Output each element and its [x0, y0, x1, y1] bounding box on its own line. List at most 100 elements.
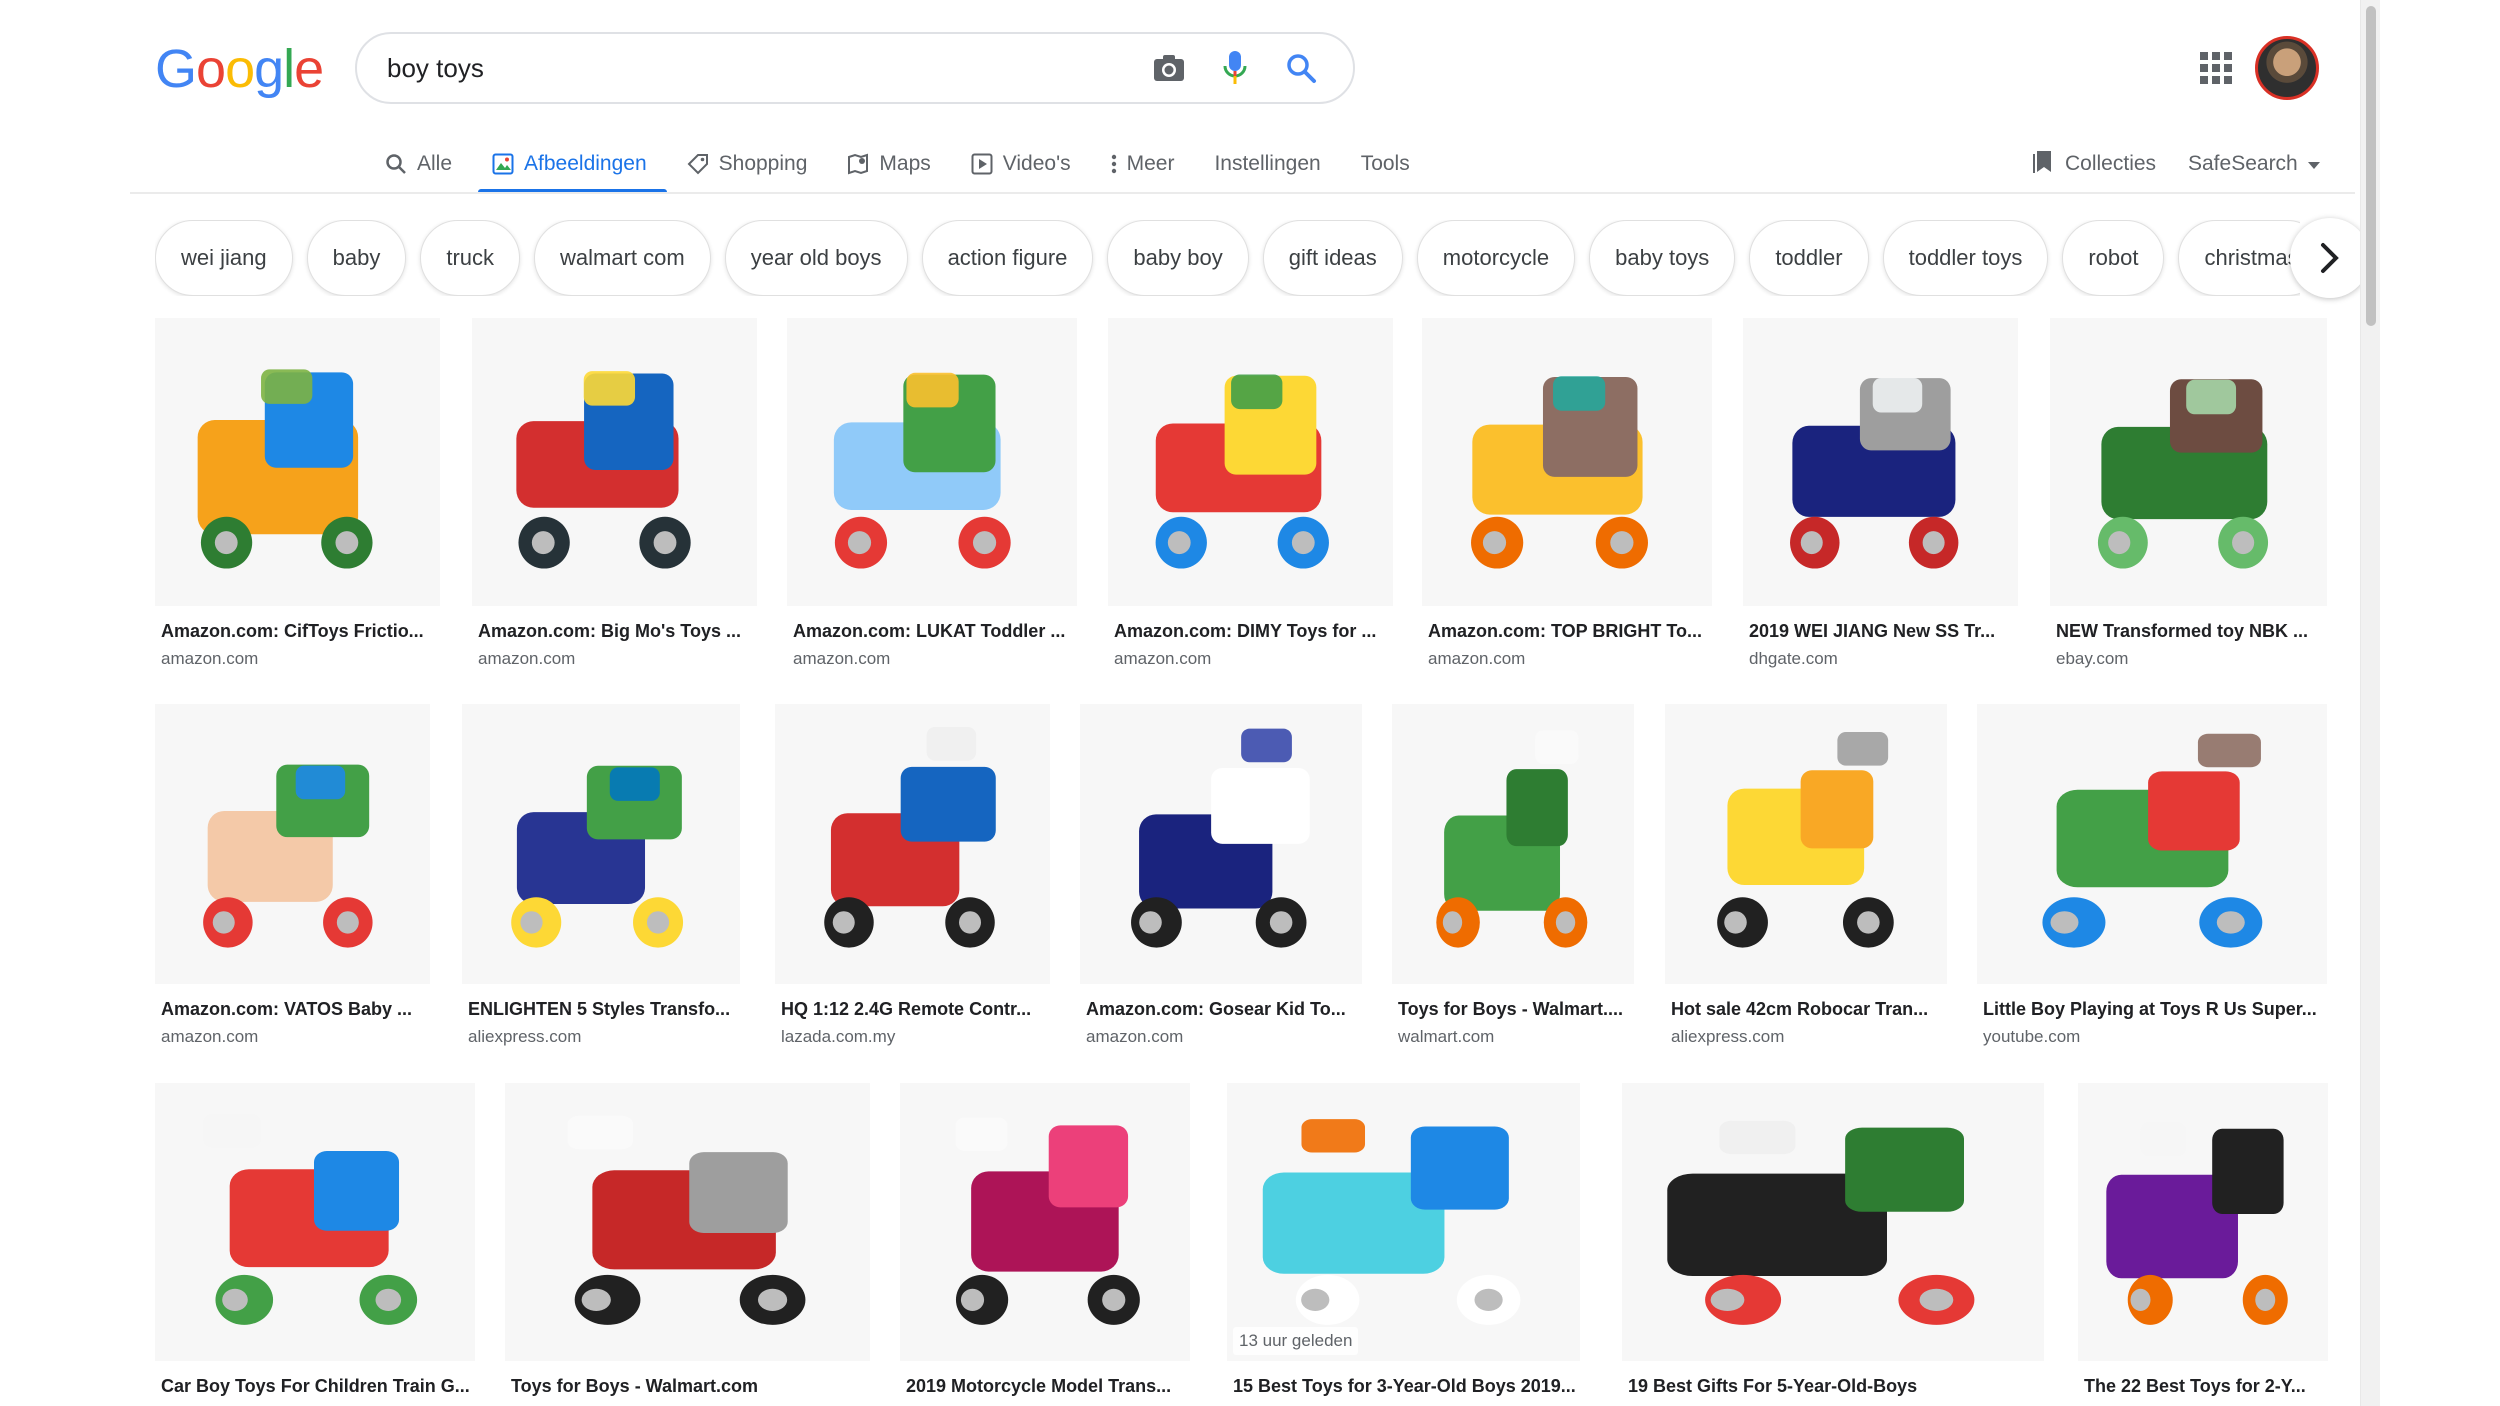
related-search-chip[interactable]: action figure: [921, 220, 1094, 296]
result-title[interactable]: ENLIGHTEN 5 Styles Transfo...: [468, 999, 740, 1020]
image-result-card[interactable]: HQ 1:12 2.4G Remote Contr... lazada.com.m…: [775, 704, 1050, 1054]
result-title[interactable]: Car Boy Toys For Children Train G...: [161, 1376, 475, 1397]
related-search-chip[interactable]: year old boys: [724, 220, 908, 296]
related-search-chip[interactable]: motorcycle: [1416, 220, 1576, 296]
result-title[interactable]: 15 Best Toys for 3-Year-Old Boys 2019...: [1233, 1376, 1580, 1397]
tab-tools[interactable]: Tools: [1361, 136, 1410, 192]
related-search-chip[interactable]: baby: [306, 220, 407, 296]
result-title[interactable]: Amazon.com: VATOS Baby ...: [161, 999, 430, 1020]
tab-shopping[interactable]: Shopping: [687, 136, 807, 192]
result-domain: ebay.com: [2056, 649, 2129, 668]
tab-video-s[interactable]: Video's: [971, 136, 1071, 192]
result-thumbnail[interactable]: [1622, 1083, 2044, 1361]
image-result-card[interactable]: Amazon.com: TOP BRIGHT To... amazon.com: [1422, 318, 1712, 676]
result-thumbnail[interactable]: [1422, 318, 1712, 606]
search-input[interactable]: [387, 52, 1125, 84]
safesearch-dropdown[interactable]: SafeSearch: [2188, 136, 2320, 192]
apps-grid-icon[interactable]: [2200, 52, 2232, 84]
result-thumbnail[interactable]: [900, 1083, 1190, 1361]
result-title[interactable]: NEW Transformed toy NBK ...: [2056, 621, 2327, 642]
result-title[interactable]: Toys for Boys - Walmart.com: [511, 1376, 870, 1397]
result-thumbnail[interactable]: 13 uur geleden: [1227, 1083, 1580, 1361]
image-result-card[interactable]: Amazon.com: DIMY Toys for ... amazon.com: [1108, 318, 1393, 676]
related-search-chip[interactable]: christmas: [2178, 220, 2300, 296]
image-result-card[interactable]: Amazon.com: Big Mo's Toys ... amazon.com: [472, 318, 757, 676]
image-result-card[interactable]: Car Boy Toys For Children Train G...: [155, 1083, 475, 1406]
result-title[interactable]: Amazon.com: CifToys Frictio...: [161, 621, 440, 642]
result-thumbnail[interactable]: [2050, 318, 2327, 606]
result-title[interactable]: Amazon.com: Big Mo's Toys ...: [478, 621, 757, 642]
collections-link[interactable]: Collecties: [2033, 136, 2156, 192]
result-title[interactable]: Amazon.com: Gosear Kid To...: [1086, 999, 1362, 1020]
result-title[interactable]: Amazon.com: TOP BRIGHT To...: [1428, 621, 1712, 642]
result-title[interactable]: Amazon.com: DIMY Toys for ...: [1114, 621, 1393, 642]
related-search-chip[interactable]: baby toys: [1589, 220, 1736, 296]
scrollbar[interactable]: [2360, 0, 2380, 1406]
result-title[interactable]: Little Boy Playing at Toys R Us Super...: [1983, 999, 2327, 1020]
image-result-card[interactable]: The 22 Best Toys for 2-Y...: [2078, 1083, 2328, 1406]
related-search-chip[interactable]: wei jiang: [155, 220, 293, 296]
image-result-card[interactable]: Amazon.com: CifToys Frictio... amazon.com: [155, 318, 440, 676]
camera-icon[interactable]: [1147, 46, 1191, 90]
result-thumbnail[interactable]: [472, 318, 757, 606]
result-thumbnail[interactable]: [155, 318, 440, 606]
image-result-card[interactable]: Amazon.com: LUKAT Toddler ... amazon.com: [787, 318, 1077, 676]
image-result-card[interactable]: 19 Best Gifts For 5-Year-Old-Boys: [1622, 1083, 2044, 1406]
result-title[interactable]: Amazon.com: LUKAT Toddler ...: [793, 621, 1077, 642]
result-thumbnail[interactable]: [1392, 704, 1634, 984]
image-result-card[interactable]: Amazon.com: VATOS Baby ... amazon.com: [155, 704, 430, 1054]
result-thumbnail[interactable]: [462, 704, 740, 984]
image-result-card[interactable]: Amazon.com: Gosear Kid To... amazon.com: [1080, 704, 1362, 1054]
image-result-card[interactable]: 13 uur geleden 15 Best Toys for 3-Year-Ol…: [1227, 1083, 1580, 1406]
image-result-card[interactable]: ENLIGHTEN 5 Styles Transfo... aliexpress.…: [462, 704, 740, 1054]
related-search-chip[interactable]: baby boy: [1107, 220, 1249, 296]
result-thumbnail[interactable]: [1743, 318, 2018, 606]
logo-letter: e: [294, 39, 324, 99]
related-search-chip[interactable]: walmart com: [534, 220, 711, 296]
search-icon: [385, 153, 407, 175]
result-thumbnail[interactable]: [1080, 704, 1362, 984]
result-thumbnail[interactable]: [775, 704, 1050, 984]
chips-next-button[interactable]: [2290, 218, 2370, 298]
related-search-chip[interactable]: robot: [2062, 220, 2165, 296]
image-result-card[interactable]: Toys for Boys - Walmart.... walmart.com: [1392, 704, 1634, 1054]
related-search-chip[interactable]: truck: [420, 220, 521, 296]
result-thumbnail[interactable]: [155, 1083, 475, 1361]
related-search-chip[interactable]: toddler: [1749, 220, 1869, 296]
result-title[interactable]: The 22 Best Toys for 2-Y...: [2084, 1376, 2328, 1397]
result-thumbnail[interactable]: [505, 1083, 870, 1361]
image-result-card[interactable]: Hot sale 42cm Robocar Tran... aliexpress.…: [1665, 704, 1947, 1054]
google-logo[interactable]: Google: [155, 38, 324, 100]
result-domain: dhgate.com: [1749, 649, 1838, 668]
result-thumbnail[interactable]: [787, 318, 1077, 606]
image-result-card[interactable]: NEW Transformed toy NBK ... ebay.com: [2050, 318, 2327, 676]
related-search-chip[interactable]: gift ideas: [1262, 220, 1403, 296]
result-title[interactable]: 19 Best Gifts For 5-Year-Old-Boys: [1628, 1376, 2044, 1397]
result-title[interactable]: HQ 1:12 2.4G Remote Contr...: [781, 999, 1050, 1020]
result-thumbnail[interactable]: [1108, 318, 1393, 606]
result-title[interactable]: Toys for Boys - Walmart....: [1398, 999, 1634, 1020]
image-result-card[interactable]: 2019 Motorcycle Model Trans...: [900, 1083, 1190, 1406]
tab-maps[interactable]: Maps: [847, 136, 931, 192]
avatar[interactable]: [2255, 36, 2319, 100]
result-thumbnail[interactable]: [2078, 1083, 2328, 1361]
result-thumbnail[interactable]: [155, 704, 430, 984]
tab-instellingen[interactable]: Instellingen: [1214, 136, 1320, 192]
result-title[interactable]: 2019 Motorcycle Model Trans...: [906, 1376, 1190, 1397]
more-vert-icon: [1111, 153, 1117, 175]
result-thumbnail[interactable]: [1665, 704, 1947, 984]
result-title[interactable]: Hot sale 42cm Robocar Tran...: [1671, 999, 1947, 1020]
image-result-card[interactable]: Toys for Boys - Walmart.com: [505, 1083, 870, 1406]
tab-meer[interactable]: Meer: [1111, 136, 1174, 192]
tab-alle[interactable]: Alle: [385, 136, 452, 192]
chevron-right-icon: [2321, 243, 2339, 273]
result-title[interactable]: 2019 WEI JIANG New SS Tr...: [1749, 621, 2018, 642]
image-result-card[interactable]: 2019 WEI JIANG New SS Tr... dhgate.com: [1743, 318, 2018, 676]
result-thumbnail[interactable]: [1977, 704, 2327, 984]
image-result-card[interactable]: Little Boy Playing at Toys R Us Super...…: [1977, 704, 2327, 1054]
microphone-icon[interactable]: [1213, 46, 1257, 90]
tab-afbeeldingen[interactable]: Afbeeldingen: [478, 136, 667, 194]
search-icon[interactable]: [1279, 46, 1323, 90]
related-search-chip[interactable]: toddler toys: [1882, 220, 2049, 296]
scrollbar-thumb[interactable]: [2366, 6, 2376, 326]
